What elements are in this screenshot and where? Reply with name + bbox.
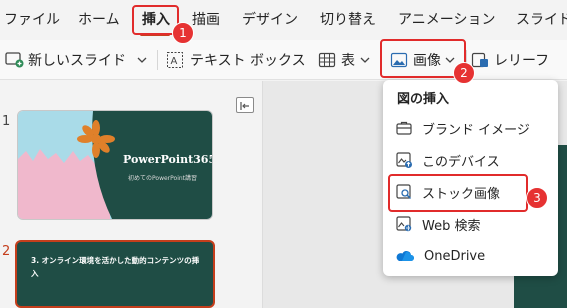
new-slide-label: 新しいスライド bbox=[28, 53, 126, 69]
table-label: 表 bbox=[341, 53, 355, 69]
ribbon-tab-bar: ファイル ホーム 挿入 描画 デザイン 切り替え アニメーション スライド bbox=[0, 0, 567, 38]
menu-item-web-search[interactable]: Web 検索 bbox=[395, 212, 480, 236]
table-icon bbox=[318, 52, 336, 68]
tab-draw[interactable]: 描画 bbox=[192, 9, 220, 29]
chevron-down-icon[interactable] bbox=[359, 55, 371, 65]
chevron-down-icon[interactable] bbox=[136, 55, 148, 65]
tab-design[interactable]: デザイン bbox=[242, 9, 298, 29]
pane-divider bbox=[262, 81, 263, 308]
onedrive-icon bbox=[396, 251, 414, 261]
text-box-button[interactable]: A テキスト ボックス bbox=[166, 48, 306, 72]
slide-number: 1 bbox=[2, 114, 11, 129]
text-box-label: テキスト ボックス bbox=[190, 53, 306, 69]
relief-button[interactable]: レリーフ bbox=[471, 48, 549, 72]
svg-text:A: A bbox=[171, 56, 178, 67]
new-slide-button[interactable]: 新しいスライド bbox=[5, 48, 148, 72]
slide-2-title: 3. オンライン環境を活かした動的コンテンツの挿入 bbox=[31, 256, 200, 278]
tab-transitions[interactable]: 切り替え bbox=[320, 9, 376, 29]
ribbon-toolbar: 新しいスライド A テキスト ボックス 表 画像 レリーフ bbox=[0, 40, 567, 80]
text-box-icon: A bbox=[167, 52, 183, 68]
menu-item-onedrive[interactable]: OneDrive bbox=[395, 244, 485, 268]
slide-thumbnail[interactable]: PowerPoint365 初めてのPowerPoint講習 bbox=[17, 110, 213, 220]
briefcase-icon bbox=[396, 121, 412, 135]
menu-item-label: Web 検索 bbox=[422, 218, 481, 234]
slide-thumbnail-selected[interactable]: 3. オンライン環境を活かした動的コンテンツの挿入 bbox=[15, 240, 215, 308]
menu-item-brand-image[interactable]: ブランド イメージ bbox=[395, 116, 530, 140]
step-badge-1: 1 bbox=[172, 22, 194, 44]
tab-file[interactable]: ファイル bbox=[4, 9, 60, 29]
new-slide-icon bbox=[5, 52, 24, 68]
menu-title: 図の挿入 bbox=[397, 92, 450, 107]
device-image-icon bbox=[396, 152, 412, 168]
web-search-image-icon bbox=[396, 216, 412, 232]
slide-1-subtitle: 初めてのPowerPoint講習 bbox=[128, 175, 198, 182]
tab-home[interactable]: ホーム bbox=[78, 9, 120, 29]
relief-icon bbox=[471, 52, 488, 68]
menu-item-label: ブランド イメージ bbox=[422, 122, 530, 138]
slide-number: 2 bbox=[2, 244, 11, 259]
ribbon-divider bbox=[157, 50, 158, 70]
relief-label: レリーフ bbox=[494, 53, 550, 69]
menu-item-this-device[interactable]: このデバイス bbox=[395, 148, 500, 172]
menu-item-label: このデバイス bbox=[422, 154, 500, 170]
collapse-pane-icon[interactable] bbox=[236, 97, 254, 113]
step-badge-3: 3 bbox=[526, 187, 548, 209]
table-button[interactable]: 表 bbox=[318, 48, 371, 72]
highlight-stock-images bbox=[388, 174, 528, 212]
step-badge-2: 2 bbox=[453, 62, 475, 84]
tab-slideshow[interactable]: スライド bbox=[516, 9, 567, 29]
tab-animations[interactable]: アニメーション bbox=[398, 9, 495, 29]
menu-item-label: OneDrive bbox=[424, 248, 486, 264]
slide-1-title: PowerPoint365 bbox=[123, 153, 213, 166]
